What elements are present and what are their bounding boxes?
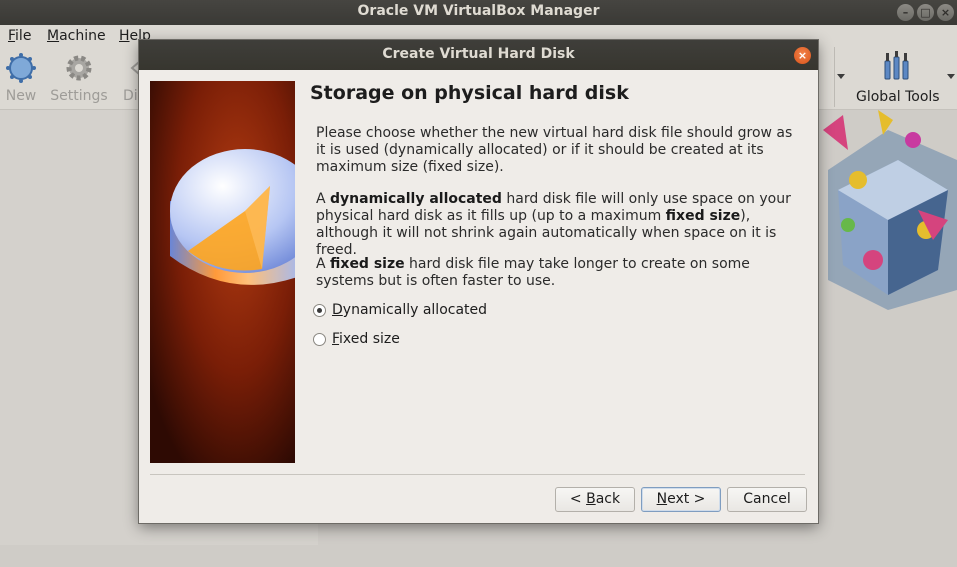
fixed-description-paragraph: A fixed size hard disk file may take lon…: [316, 256, 750, 289]
next-button[interactable]: Next >: [641, 487, 721, 512]
window-titlebar: Oracle VM VirtualBox Manager – □ ×: [0, 0, 957, 25]
fixed-size-label: Fixed size: [332, 331, 400, 347]
intro-paragraph: Please choose whether the new virtual ha…: [316, 125, 793, 175]
settings-button[interactable]: Settings: [49, 47, 109, 104]
maximize-button[interactable]: □: [917, 4, 934, 21]
dialog-titlebar: Create Virtual Hard Disk ×: [139, 40, 818, 70]
menu-file[interactable]: File: [8, 28, 31, 44]
menu-machine[interactable]: Machine: [47, 28, 106, 44]
gear-icon: [66, 55, 92, 81]
create-virtual-hard-disk-dialog: Create Virtual Hard Disk × Storage on ph…: [139, 40, 818, 523]
dialog-title: Create Virtual Hard Disk: [382, 46, 575, 62]
global-tools-icon: [884, 51, 909, 80]
hard-disk-wizard-image: [150, 81, 295, 463]
close-button[interactable]: ×: [937, 4, 954, 21]
global-tools-button[interactable]: Global Tools: [846, 47, 957, 109]
virtualbox-mascot-illustration: [823, 110, 957, 310]
fixed-size-radio[interactable]: Fixed size: [313, 329, 400, 349]
radio-indicator-selected[interactable]: [313, 303, 326, 317]
dynamically-allocated-radio[interactable]: Dynamically allocated: [313, 300, 487, 320]
chevron-down-icon: [837, 74, 845, 79]
discard-button[interactable]: Di: [105, 47, 139, 104]
window-title: Oracle VM VirtualBox Manager: [357, 3, 600, 19]
dynamic-description-paragraph: A dynamically allocated hard disk file w…: [316, 191, 791, 258]
minimize-button[interactable]: –: [897, 4, 914, 21]
new-button[interactable]: New: [0, 47, 51, 104]
back-button[interactable]: < Back: [555, 487, 635, 512]
button-separator: [150, 474, 805, 475]
page-title: Storage on physical hard disk: [310, 82, 629, 104]
hard-disk-pie-icon: [150, 81, 295, 463]
chevron-down-icon: [947, 74, 955, 79]
global-tools-dropdown[interactable]: [945, 47, 957, 107]
new-vm-icon: [6, 53, 36, 83]
dialog-close-button[interactable]: ×: [794, 47, 811, 64]
dynamically-allocated-label: Dynamically allocated: [332, 302, 488, 318]
cancel-button[interactable]: Cancel: [727, 487, 807, 512]
discard-arrow-icon: [130, 61, 139, 75]
radio-indicator-unselected[interactable]: [313, 332, 326, 346]
